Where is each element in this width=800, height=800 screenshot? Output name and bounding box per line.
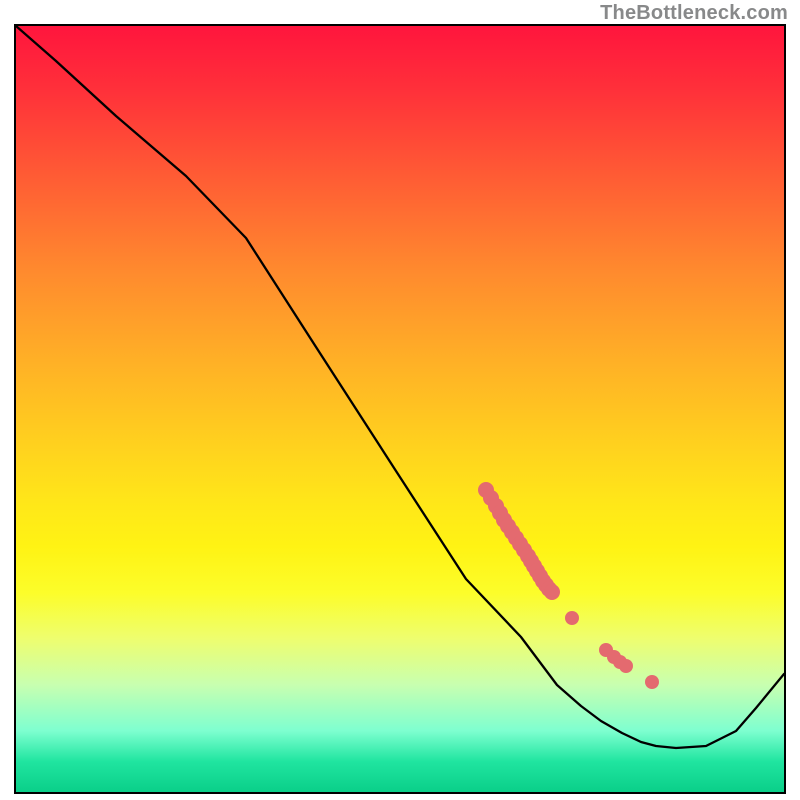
watermark-text: TheBottleneck.com: [600, 2, 788, 25]
data-dots: [478, 482, 659, 689]
data-dot: [565, 611, 579, 625]
data-dot: [645, 675, 659, 689]
data-dot: [544, 584, 560, 600]
chart-frame: [14, 24, 786, 794]
data-dot: [619, 659, 633, 673]
chart-plot: [16, 26, 784, 792]
chart-canvas: TheBottleneck.com: [0, 0, 800, 800]
curve-line: [16, 26, 784, 748]
